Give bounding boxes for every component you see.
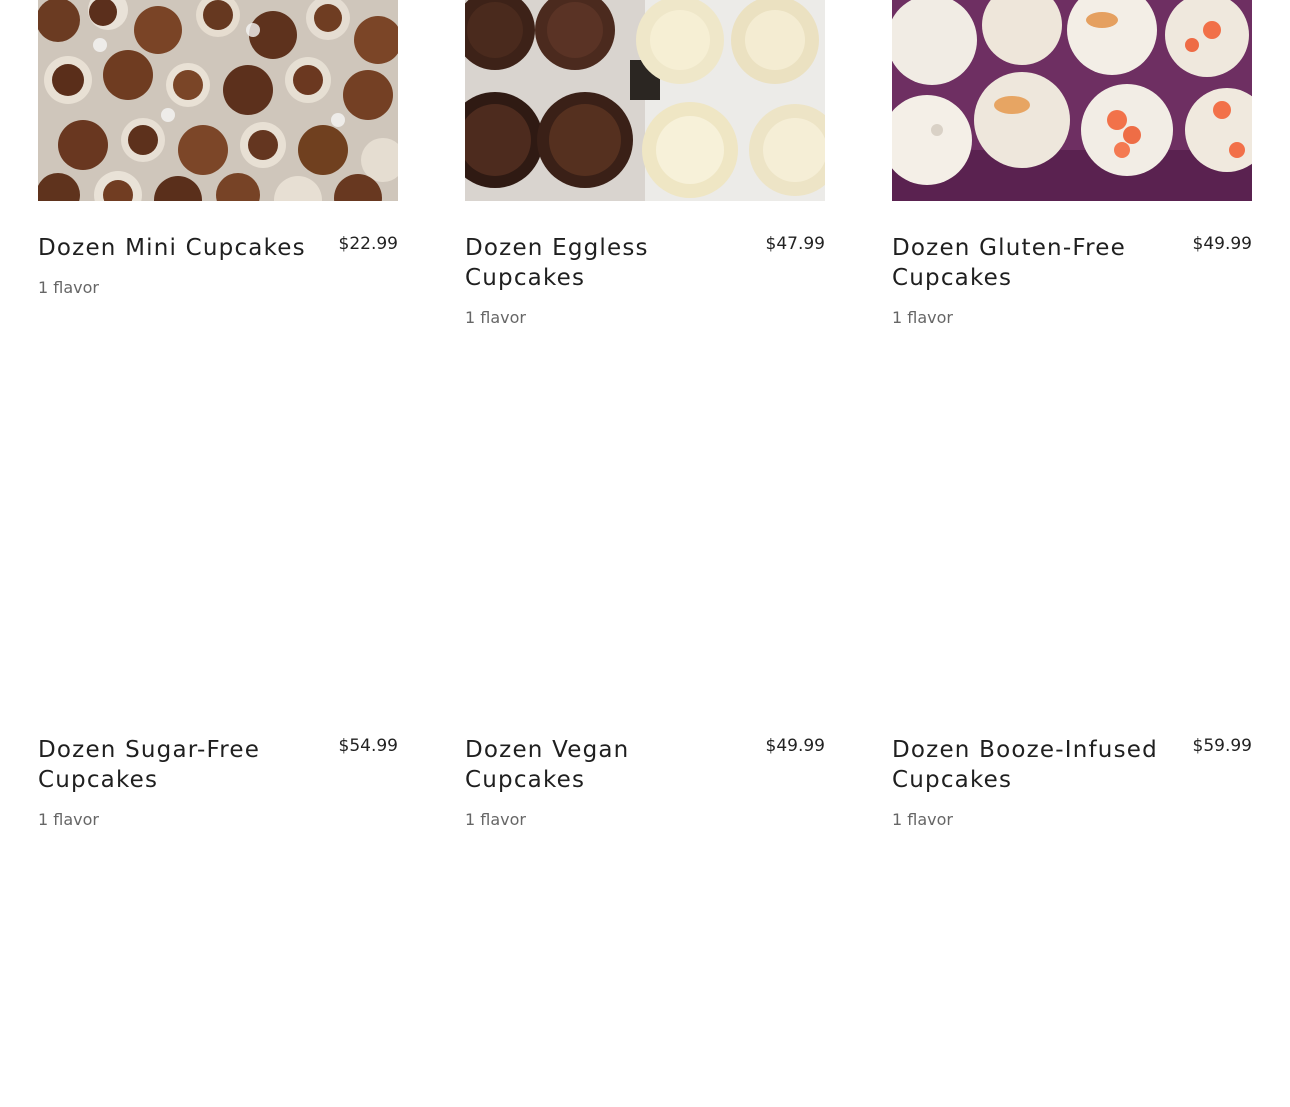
product-info: Dozen Vegan Cupcakes $49.99 1 flavor: [465, 735, 825, 829]
product-price: $54.99: [338, 736, 398, 756]
product-card[interactable]: Dozen Gluten-Free Cupcakes $49.99 1 flav…: [892, 0, 1252, 500]
product-price: $49.99: [1192, 234, 1252, 254]
product-title[interactable]: Dozen Gluten-Free Cupcakes: [892, 233, 1162, 293]
product-description: 1 flavor: [465, 308, 526, 327]
product-info: Dozen Sugar-Free Cupcakes $54.99 1 flavo…: [38, 735, 398, 829]
product-description: 1 flavor: [38, 810, 99, 829]
product-description: 1 flavor: [892, 308, 953, 327]
product-description: 1 flavor: [465, 810, 526, 829]
product-card[interactable]: Dozen Eggless Cupcakes $47.99 1 flavor: [465, 0, 825, 500]
product-title[interactable]: Dozen Vegan Cupcakes: [465, 735, 735, 795]
product-image[interactable]: [38, 0, 398, 201]
product-title[interactable]: Dozen Booze-Infused Cupcakes: [892, 735, 1162, 795]
product-card[interactable]: Dozen Mini Cupcakes $22.99 1 flavor: [38, 0, 398, 500]
cream-and-orange-crumble-cupcakes-image: [892, 0, 1252, 201]
product-price: $49.99: [765, 736, 825, 756]
product-info: Dozen Eggless Cupcakes $47.99 1 flavor: [465, 233, 825, 327]
product-info: Dozen Gluten-Free Cupcakes $49.99 1 flav…: [892, 233, 1252, 327]
product-grid-row-2: Dozen Sugar-Free Cupcakes $54.99 1 flavo…: [38, 735, 1252, 829]
product-card[interactable]: Dozen Sugar-Free Cupcakes $54.99 1 flavo…: [38, 735, 398, 829]
product-title[interactable]: Dozen Mini Cupcakes: [38, 233, 308, 263]
product-card[interactable]: Dozen Vegan Cupcakes $49.99 1 flavor: [465, 735, 825, 829]
product-image[interactable]: [465, 0, 825, 201]
product-description: 1 flavor: [38, 278, 99, 297]
chocolate-mini-cupcakes-image: [38, 0, 398, 201]
product-title[interactable]: Dozen Sugar-Free Cupcakes: [38, 735, 308, 795]
product-image[interactable]: [892, 0, 1252, 201]
chocolate-and-vanilla-cupcakes-image: [465, 0, 825, 201]
product-grid-row-1: Dozen Mini Cupcakes $22.99 1 flavor Doze…: [38, 0, 1252, 500]
product-info: Dozen Mini Cupcakes $22.99 1 flavor: [38, 233, 398, 297]
product-card[interactable]: Dozen Booze-Infused Cupcakes $59.99 1 fl…: [892, 735, 1252, 829]
product-info: Dozen Booze-Infused Cupcakes $59.99 1 fl…: [892, 735, 1252, 829]
product-price: $59.99: [1192, 736, 1252, 756]
product-price: $47.99: [765, 234, 825, 254]
product-description: 1 flavor: [892, 810, 953, 829]
product-title[interactable]: Dozen Eggless Cupcakes: [465, 233, 735, 293]
product-price: $22.99: [338, 234, 398, 254]
